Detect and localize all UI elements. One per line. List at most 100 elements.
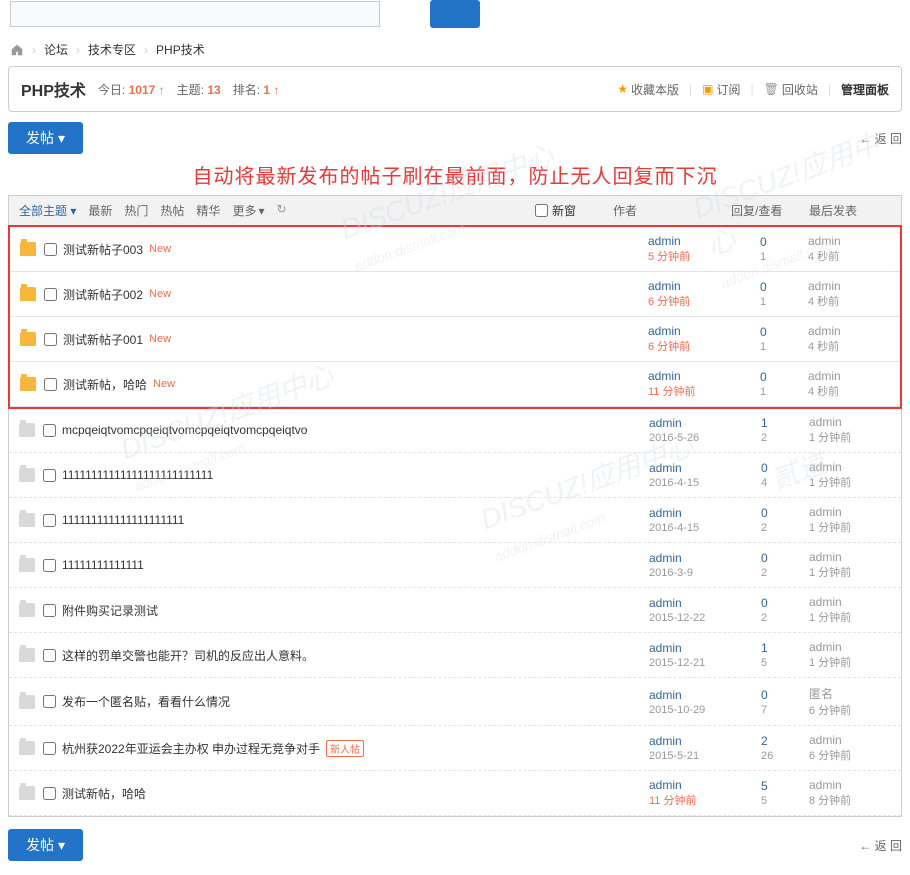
filter-all[interactable]: 全部主题 ▾ (19, 202, 76, 219)
home-icon[interactable] (10, 43, 24, 57)
filter-digest[interactable]: 精华 (196, 202, 220, 219)
search-input[interactable] (10, 1, 380, 27)
col-newwin[interactable]: 新窗 (552, 202, 576, 219)
thread-checkbox[interactable] (43, 424, 56, 437)
author-link[interactable]: admin (648, 369, 760, 383)
folder-icon (20, 242, 36, 256)
thread-title-link[interactable]: 附件购买记录测试 (62, 602, 158, 619)
last-date: 1 分钟前 (809, 477, 851, 489)
author-link[interactable]: admin (649, 778, 761, 792)
last-user: admin (809, 733, 891, 747)
thread-title-link[interactable]: 11111111111111111111111111 (62, 468, 213, 482)
thread-checkbox[interactable] (44, 378, 57, 391)
reply-count: 1 (761, 416, 809, 430)
post-date: 5 分钟前 (648, 251, 690, 263)
back-link-bottom[interactable]: ← 返 回 (859, 837, 902, 854)
last-date: 1 分钟前 (809, 522, 851, 534)
thread-title-link[interactable]: 测试新帖，哈哈 (62, 785, 146, 802)
forum-title: PHP技术 (21, 77, 86, 101)
view-count: 2 (761, 612, 767, 624)
refresh-icon[interactable]: ↻ (276, 202, 286, 219)
last-date: 1 分钟前 (809, 567, 851, 579)
view-count: 1 (760, 341, 766, 353)
author-link[interactable]: admin (649, 461, 761, 475)
thread-title-link[interactable]: 测试新帖子002 (63, 286, 143, 303)
thread-checkbox[interactable] (43, 695, 56, 708)
post-date: 2015-12-22 (649, 612, 705, 624)
view-count: 7 (761, 704, 767, 716)
thread-checkbox[interactable] (43, 604, 56, 617)
thread-checkbox[interactable] (43, 649, 56, 662)
newwin-checkbox[interactable] (535, 204, 548, 217)
author-link[interactable]: admin (649, 551, 761, 565)
last-user: admin (808, 279, 890, 293)
thread-title-link[interactable]: 这样的罚单交警也能开？司机的反应出人意料。 (62, 647, 314, 664)
filter-more[interactable]: 更多 ▾ (232, 202, 264, 219)
thread-checkbox[interactable] (43, 559, 56, 572)
thread-title-link[interactable]: 测试新帖子001 (63, 331, 143, 348)
author-link[interactable]: admin (648, 279, 760, 293)
view-count: 1 (760, 386, 766, 398)
thread-checkbox[interactable] (43, 469, 56, 482)
thread-checkbox[interactable] (43, 787, 56, 800)
breadcrumb-forum[interactable]: 论坛 (44, 41, 68, 58)
thread-title-link[interactable]: 11111111111111 (62, 558, 144, 572)
author-link[interactable]: admin (649, 734, 761, 748)
author-link[interactable]: admin (649, 688, 761, 702)
thread-title-link[interactable]: 测试新帖子003 (63, 241, 143, 258)
chevron-down-icon: ▾ (58, 837, 65, 854)
filter-hot-post[interactable]: 热帖 (160, 202, 184, 219)
author-link[interactable]: admin (649, 506, 761, 520)
last-user: 匿名 (809, 685, 891, 702)
breadcrumb-section[interactable]: 技术专区 (88, 41, 136, 58)
new-post-button-bottom[interactable]: 发帖▾ (8, 829, 83, 861)
thread-row: 测试新帖子002Newadmin6 分钟前01admin4 秒前 (10, 272, 900, 317)
breadcrumb-board[interactable]: PHP技术 (156, 41, 205, 58)
last-user: admin (809, 778, 891, 792)
reply-count: 0 (760, 235, 808, 249)
filter-hot-disc[interactable]: 热门 (124, 202, 148, 219)
author-link[interactable]: admin (649, 641, 761, 655)
reply-count: 0 (761, 596, 809, 610)
author-link[interactable]: admin (648, 324, 760, 338)
favorite-link[interactable]: ★收藏本版 (617, 81, 679, 98)
post-date: 6 分钟前 (648, 341, 690, 353)
post-date: 2015-12-21 (649, 657, 705, 669)
thread-checkbox[interactable] (43, 742, 56, 755)
view-count: 4 (761, 477, 767, 489)
search-button[interactable] (430, 0, 480, 28)
thread-checkbox[interactable] (44, 243, 57, 256)
post-date: 11 分钟前 (648, 386, 695, 398)
col-reply: 回复/查看 (731, 202, 791, 219)
reply-count: 0 (760, 280, 808, 294)
author-link[interactable]: admin (649, 596, 761, 610)
stat-today: 今日: 1017 ↑ (98, 81, 165, 98)
new-post-button[interactable]: 发帖▾ (8, 122, 83, 154)
filter-latest[interactable]: 最新 (88, 202, 112, 219)
thread-title-link[interactable]: 111111111111111111111 (62, 513, 184, 527)
new-tag: New (149, 243, 171, 255)
author-link[interactable]: admin (649, 416, 761, 430)
back-link[interactable]: ← 返 回 (859, 130, 902, 147)
forum-header: PHP技术 今日: 1017 ↑ 主题: 13 排名: 1 ↑ ★收藏本版 | … (8, 66, 902, 112)
thread-title-link[interactable]: 测试新帖，哈哈 (63, 376, 147, 393)
folder-icon (20, 377, 36, 391)
folder-icon (19, 648, 35, 662)
manage-link[interactable]: 管理面板 (841, 81, 889, 98)
rss-link[interactable]: ▣订阅 (702, 81, 740, 98)
thread-checkbox[interactable] (44, 288, 57, 301)
reply-count: 1 (761, 641, 809, 655)
arrow-up-icon: ↑ (159, 83, 165, 97)
view-count: 2 (761, 567, 767, 579)
arrow-up-icon: ↑ (273, 83, 279, 97)
author-link[interactable]: admin (648, 234, 760, 248)
thread-title-link[interactable]: 杭州获2022年亚运会主办权 申办过程无竞争对手 (62, 740, 320, 757)
chevron-right-icon: › (144, 43, 148, 57)
recycle-link[interactable]: 🗑回收站 (764, 81, 818, 98)
thread-checkbox[interactable] (44, 333, 57, 346)
thread-title-link[interactable]: mcpqeiqtvomcpqeiqtvomcpqeiqtvomcpqeiqtvo (62, 423, 307, 437)
thread-title-link[interactable]: 发布一个匿名贴，看看什么情况 (62, 693, 230, 710)
trash-icon: 🗑 (764, 82, 779, 96)
view-count: 5 (761, 795, 767, 807)
thread-checkbox[interactable] (43, 514, 56, 527)
